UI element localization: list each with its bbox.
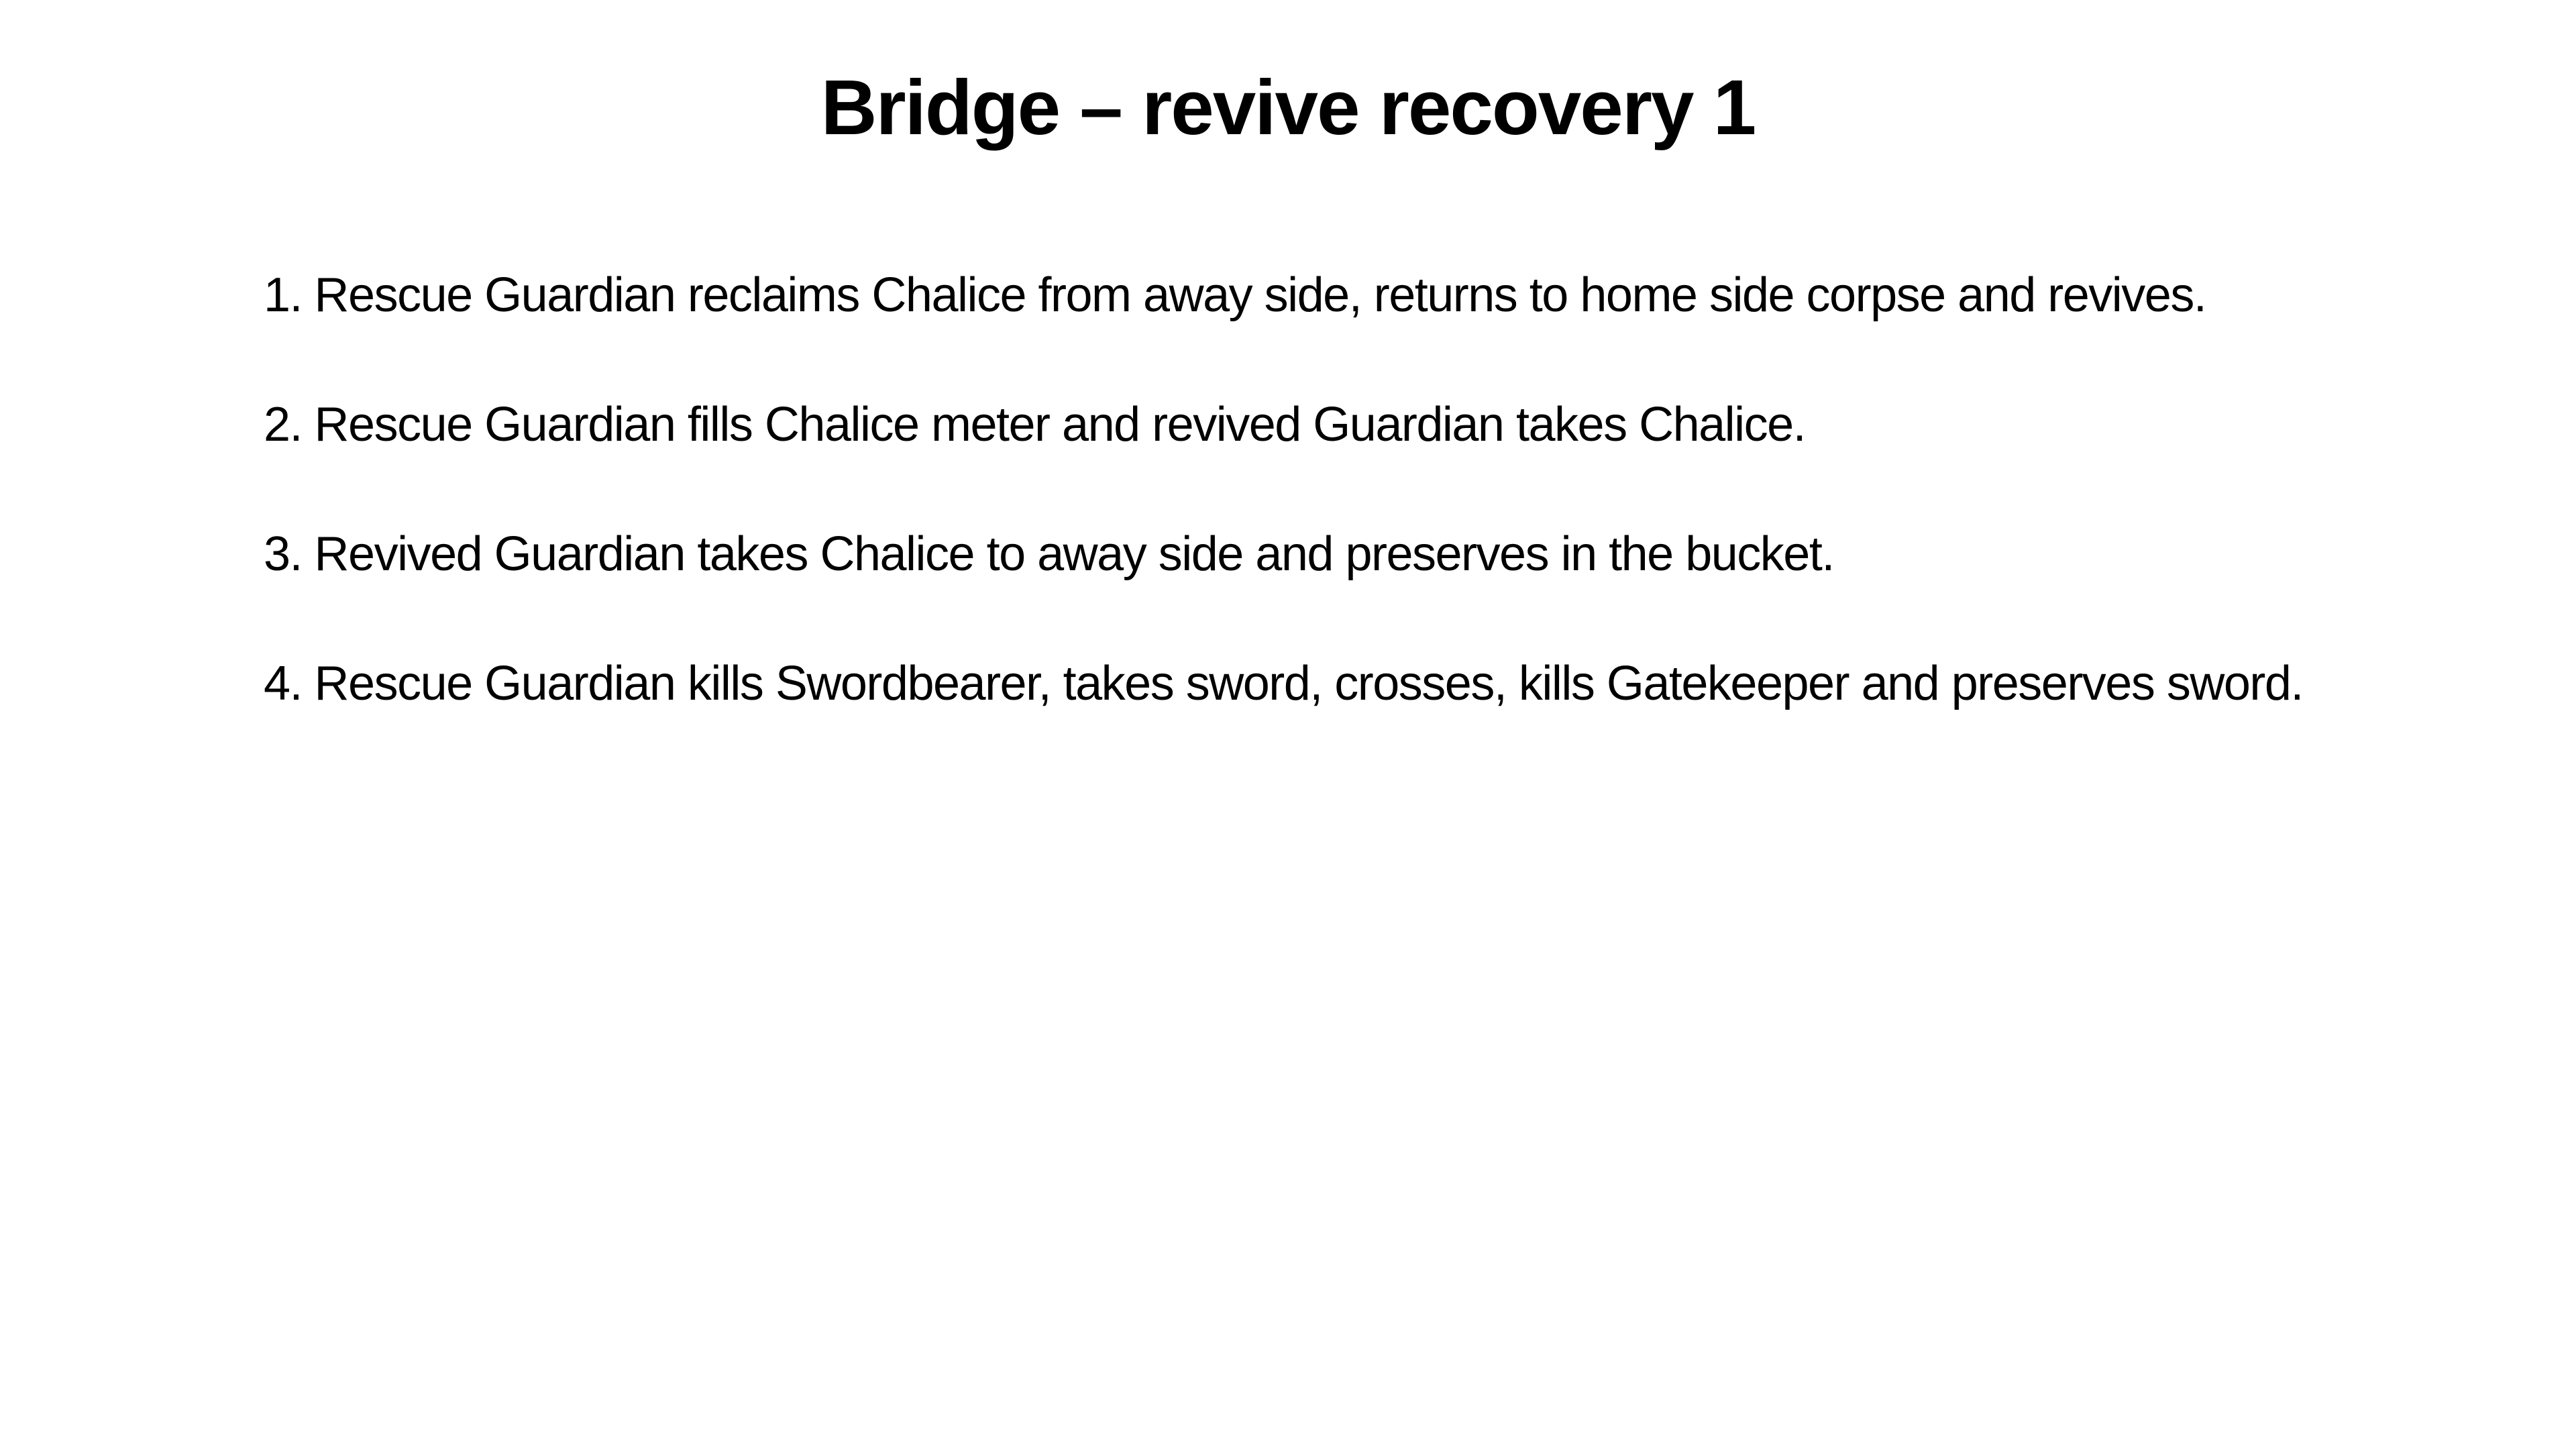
step-item-1: 1. Rescue Guardian reclaims Chalice from… (264, 268, 2207, 322)
slide-title: Bridge – revive recovery 1 (820, 64, 1756, 151)
step-item-4: 4. Rescue Guardian kills Swordbearer, ta… (264, 657, 2304, 710)
slide: Bridge – revive recovery 1 1. Rescue Gua… (0, 0, 2576, 1449)
step-item-3: 3. Revived Guardian takes Chalice to awa… (264, 527, 1835, 581)
step-item-2: 2. Rescue Guardian fills Chalice meter a… (264, 398, 1807, 451)
step-list: 1. Rescue Guardian reclaims Chalice from… (264, 258, 2477, 776)
